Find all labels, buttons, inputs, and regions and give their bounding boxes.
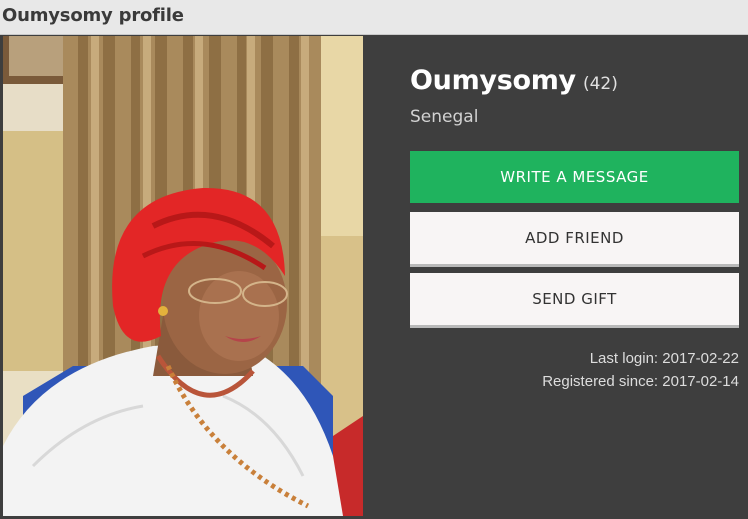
profile-info: Oumysomy (42) Senegal WRITE A MESSAGE AD… xyxy=(410,65,740,328)
title-bar: Oumysomy profile xyxy=(0,0,748,35)
profile-meta: Last login: 2017-02-22 Registered since:… xyxy=(542,347,739,393)
registered-since: Registered since: 2017-02-14 xyxy=(542,373,739,390)
profile-photo[interactable] xyxy=(3,36,363,516)
write-message-button[interactable]: WRITE A MESSAGE xyxy=(410,151,739,203)
profile-panel: Oumysomy (42) Senegal WRITE A MESSAGE AD… xyxy=(0,35,748,519)
send-gift-button[interactable]: SEND GIFT xyxy=(410,273,739,328)
name-row: Oumysomy (42) xyxy=(410,65,740,101)
profile-name: Oumysomy xyxy=(410,65,576,96)
profile-age: (42) xyxy=(582,74,618,94)
last-login: Last login: 2017-02-22 xyxy=(589,350,739,367)
page-title: Oumysomy profile xyxy=(2,5,184,26)
profile-country: Senegal xyxy=(410,107,479,127)
add-friend-button[interactable]: ADD FRIEND xyxy=(410,212,739,267)
